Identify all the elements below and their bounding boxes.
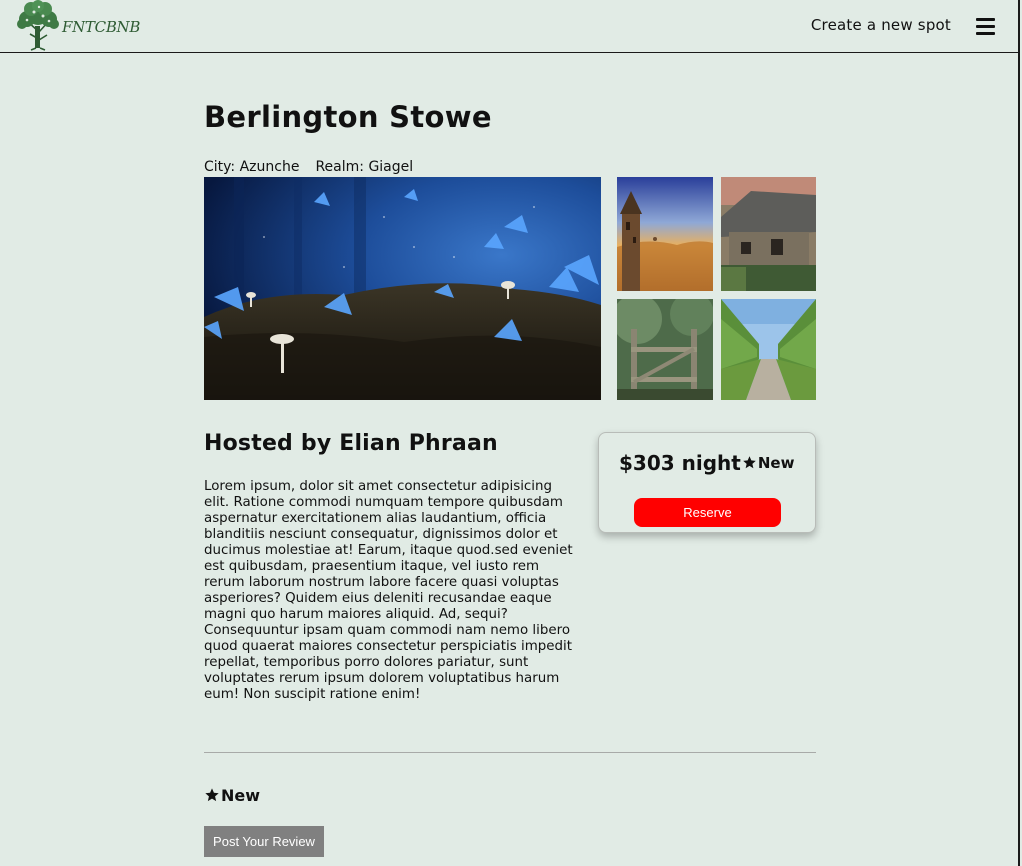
spot-thumbnail-path [721,299,816,400]
menu-bar-line [976,18,995,21]
reviews-rating-label: New [221,786,261,805]
window-edge [1018,53,1020,866]
menu-bar-line [976,32,995,35]
host-heading: Hosted by Elian Phraan [204,431,498,456]
realm-label: Realm: Giagel [315,159,414,175]
reviews-rating: New [204,786,260,805]
spot-thumbnail-cottage [721,177,816,291]
price-per-night: $303 night [619,451,741,475]
spot-thumbnail-tower [617,177,713,291]
tree-logo-icon [17,0,59,51]
spot-location: City: Azunche Realm: Giagel [204,159,413,175]
star-icon [743,455,756,468]
top-navigation-bar: FNTCBNB Create a new spot [0,0,1020,53]
spot-description: Lorem ipsum, dolor sit amet consectetur … [204,479,573,702]
rating-label: New [757,454,795,472]
main-spot-image [204,177,601,400]
spot-title: Berlington Stowe [204,100,492,134]
spot-thumbnail-gate [617,299,713,400]
city-label: City: Azunche [204,159,300,175]
hamburger-menu-icon[interactable] [976,18,995,35]
star-icon [205,787,219,801]
menu-bar-line [976,25,995,28]
reserve-button[interactable]: Reserve [634,498,781,527]
post-review-button[interactable]: Post Your Review [204,826,324,857]
home-logo-link[interactable]: FNTCBNB [12,0,140,52]
logo-text: FNTCBNB [62,18,141,36]
price-rating-row: $303 night New [619,451,794,475]
create-new-spot-link[interactable]: Create a new spot [811,16,951,34]
booking-card: $303 night New Reserve [598,432,816,533]
section-divider [204,752,816,753]
